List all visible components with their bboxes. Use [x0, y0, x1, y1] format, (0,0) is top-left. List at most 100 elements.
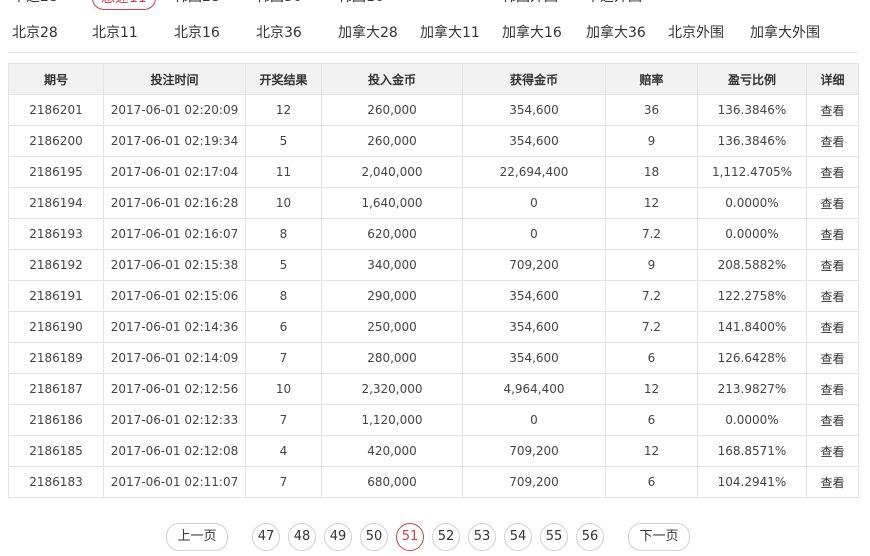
page-number-button[interactable]: 56 [576, 523, 604, 551]
detail-cell: 查看 [806, 125, 859, 157]
top-tab-1[interactable]: 急速11 [92, 0, 156, 10]
odds-cell: 18 [605, 156, 698, 188]
top-tab-0[interactable]: 幸运28 [12, 0, 58, 6]
page-number-button[interactable]: 51 [396, 523, 424, 551]
bet-time-cell: 2017-06-01 02:20:09 [103, 94, 246, 126]
game-tab-8[interactable]: 北京外围 [668, 22, 724, 42]
prev-page-button[interactable]: 上一页 [166, 523, 228, 551]
period-cell: 2186187 [8, 373, 104, 405]
view-detail-link[interactable]: 查看 [820, 135, 844, 149]
won-cell: 0 [462, 404, 606, 436]
bet-time-cell: 2017-06-01 02:14:36 [103, 311, 246, 343]
result-cell: 5 [245, 125, 322, 157]
pagination: 上一页 下一页 47 48 49 50 51 52 53 54 55 56 [0, 523, 870, 551]
profit-ratio-cell: 168.8571% [697, 435, 807, 467]
won-cell: 4,964,400 [462, 373, 606, 405]
won-cell: 354,600 [462, 342, 606, 374]
view-detail-link[interactable]: 查看 [820, 259, 844, 273]
view-detail-link[interactable]: 查看 [820, 321, 844, 335]
won-cell: 709,200 [462, 435, 606, 467]
view-detail-link[interactable]: 查看 [820, 104, 844, 118]
table-row: 2186185 2017-06-01 02:12:08 4 420,000 709,20… [8, 435, 859, 467]
page-number-button[interactable]: 50 [360, 523, 388, 551]
game-tab-1[interactable]: 北京11 [92, 22, 138, 42]
result-cell: 6 [245, 311, 322, 343]
bet-time-cell: 2017-06-01 02:17:04 [103, 156, 246, 188]
bet-time-cell: 2017-06-01 02:11:07 [103, 466, 246, 498]
detail-cell: 查看 [806, 466, 859, 498]
game-tab-9[interactable]: 加拿大外围 [750, 22, 820, 42]
profit-ratio-cell: 0.0000% [697, 187, 807, 219]
view-detail-link[interactable]: 查看 [820, 290, 844, 304]
result-cell: 11 [245, 156, 322, 188]
profit-ratio-cell: 141.8400% [697, 311, 807, 343]
period-cell: 2186195 [8, 156, 104, 188]
detail-cell: 查看 [806, 280, 859, 312]
profit-ratio-cell: 213.9827% [697, 373, 807, 405]
odds-cell: 6 [605, 342, 698, 374]
bet-time-cell: 2017-06-01 02:16:07 [103, 218, 246, 250]
won-cell: 354,600 [462, 280, 606, 312]
odds-cell: 12 [605, 373, 698, 405]
top-game-tabs: 幸运28 急速11 韩国28 韩国36 韩国16 PK10 韩国外围 幸运外围 [0, 0, 860, 10]
odds-cell: 9 [605, 125, 698, 157]
column-header-3: 投入金币 [321, 63, 463, 95]
page-number-button[interactable]: 55 [540, 523, 568, 551]
won-cell: 0 [462, 187, 606, 219]
view-detail-link[interactable]: 查看 [820, 414, 844, 428]
column-header-5: 赔率 [605, 63, 698, 95]
odds-cell: 7.2 [605, 311, 698, 343]
odds-cell: 6 [605, 466, 698, 498]
page-number-button[interactable]: 47 [252, 523, 280, 551]
top-tab-6[interactable]: 韩国外围 [502, 0, 558, 6]
table-row: 2186189 2017-06-01 02:14:09 7 280,000 354,60… [8, 342, 859, 374]
odds-cell: 12 [605, 187, 698, 219]
period-cell: 2186201 [8, 94, 104, 126]
game-tab-0[interactable]: 北京28 [12, 22, 58, 42]
column-header-0: 期号 [8, 63, 104, 95]
game-tab-6[interactable]: 加拿大16 [502, 22, 562, 42]
view-detail-link[interactable]: 查看 [820, 352, 844, 366]
game-tab-7[interactable]: 加拿大36 [586, 22, 646, 42]
detail-cell: 查看 [806, 187, 859, 219]
next-page-button[interactable]: 下一页 [628, 523, 690, 551]
won-cell: 354,600 [462, 94, 606, 126]
view-detail-link[interactable]: 查看 [820, 228, 844, 242]
game-tab-3[interactable]: 北京36 [256, 22, 302, 42]
page-number-button[interactable]: 54 [504, 523, 532, 551]
result-cell: 10 [245, 187, 322, 219]
view-detail-link[interactable]: 查看 [820, 197, 844, 211]
stake-cell: 620,000 [321, 218, 463, 250]
bet-time-cell: 2017-06-01 02:19:34 [103, 125, 246, 157]
view-detail-link[interactable]: 查看 [820, 166, 844, 180]
bet-time-cell: 2017-06-01 02:16:28 [103, 187, 246, 219]
period-cell: 2186186 [8, 404, 104, 436]
page-number-button[interactable]: 52 [432, 523, 460, 551]
table-row: 2186195 2017-06-01 02:17:04 11 2,040,000 22,… [8, 156, 859, 188]
profit-ratio-cell: 208.5882% [697, 249, 807, 281]
top-tab-4[interactable]: 韩国16 [338, 0, 384, 6]
view-detail-link[interactable]: 查看 [820, 445, 844, 459]
game-tab-4[interactable]: 加拿大28 [338, 22, 398, 42]
detail-cell: 查看 [806, 342, 859, 374]
detail-cell: 查看 [806, 435, 859, 467]
view-detail-link[interactable]: 查看 [820, 383, 844, 397]
column-header-6: 盈亏比例 [697, 63, 807, 95]
page-number-button[interactable]: 48 [288, 523, 316, 551]
won-cell: 709,200 [462, 249, 606, 281]
page-number-button[interactable]: 53 [468, 523, 496, 551]
page-number-button[interactable]: 49 [324, 523, 352, 551]
period-cell: 2186191 [8, 280, 104, 312]
period-cell: 2186200 [8, 125, 104, 157]
top-tab-3[interactable]: 韩国36 [256, 0, 302, 6]
game-tab-5[interactable]: 加拿大11 [420, 22, 480, 42]
won-cell: 354,600 [462, 125, 606, 157]
top-tab-7[interactable]: 幸运外围 [586, 0, 642, 6]
game-tab-2[interactable]: 北京16 [174, 22, 220, 42]
table-header-row: 期号 投注时间 开奖结果 投入金币 获得金币 赔率 盈亏比例 详细 [8, 63, 859, 95]
view-detail-link[interactable]: 查看 [820, 476, 844, 490]
top-tab-5[interactable]: PK10 [420, 0, 455, 2]
table-row: 2186190 2017-06-01 02:14:36 6 250,000 354,60… [8, 311, 859, 343]
stake-cell: 340,000 [321, 249, 463, 281]
top-tab-2[interactable]: 韩国28 [174, 0, 220, 6]
